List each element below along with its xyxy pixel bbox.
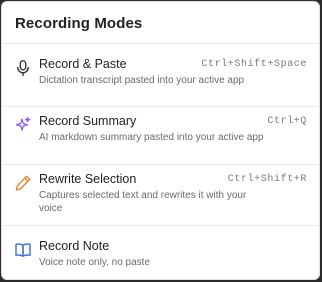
divider xyxy=(2,106,319,107)
mode-record-and-paste[interactable]: Record & Paste Ctrl+Shift+Space Dictatio… xyxy=(2,57,319,101)
mode-name: Record Note xyxy=(39,239,110,253)
mode-description: Captures selected text and rewrites it w… xyxy=(39,190,247,214)
mode-name: Record & Paste xyxy=(39,57,127,71)
panel-header: Recording Modes xyxy=(2,2,319,44)
divider xyxy=(2,164,319,165)
divider xyxy=(2,225,319,226)
book-icon xyxy=(14,241,32,259)
mode-shortcut: Ctrl+Shift+Space xyxy=(201,59,307,70)
mode-rewrite-selection[interactable]: Rewrite Selection Ctrl+Shift+R Captures … xyxy=(2,172,319,216)
mode-description: AI markdown summary pasted into your act… xyxy=(39,132,264,143)
mode-name: Rewrite Selection xyxy=(39,172,137,186)
recording-modes-panel: Recording Modes Record & Paste Ctrl+Shif… xyxy=(1,1,320,280)
mode-description: Voice note only, no paste xyxy=(39,257,151,268)
mode-shortcut: Ctrl+Q xyxy=(267,116,307,127)
mode-record-summary[interactable]: Record Summary Ctrl+Q AI markdown summar… xyxy=(2,114,319,158)
pencil-icon xyxy=(14,174,32,192)
mode-name: Record Summary xyxy=(39,114,137,128)
sparkle-icon xyxy=(14,116,32,134)
mode-shortcut: Ctrl+Shift+R xyxy=(227,174,307,185)
mode-record-note[interactable]: Record Note Voice note only, no paste xyxy=(2,239,319,273)
microphone-icon xyxy=(14,59,32,77)
mode-description: Dictation transcript pasted into your ac… xyxy=(39,75,245,86)
panel-title: Recording Modes xyxy=(15,15,143,32)
